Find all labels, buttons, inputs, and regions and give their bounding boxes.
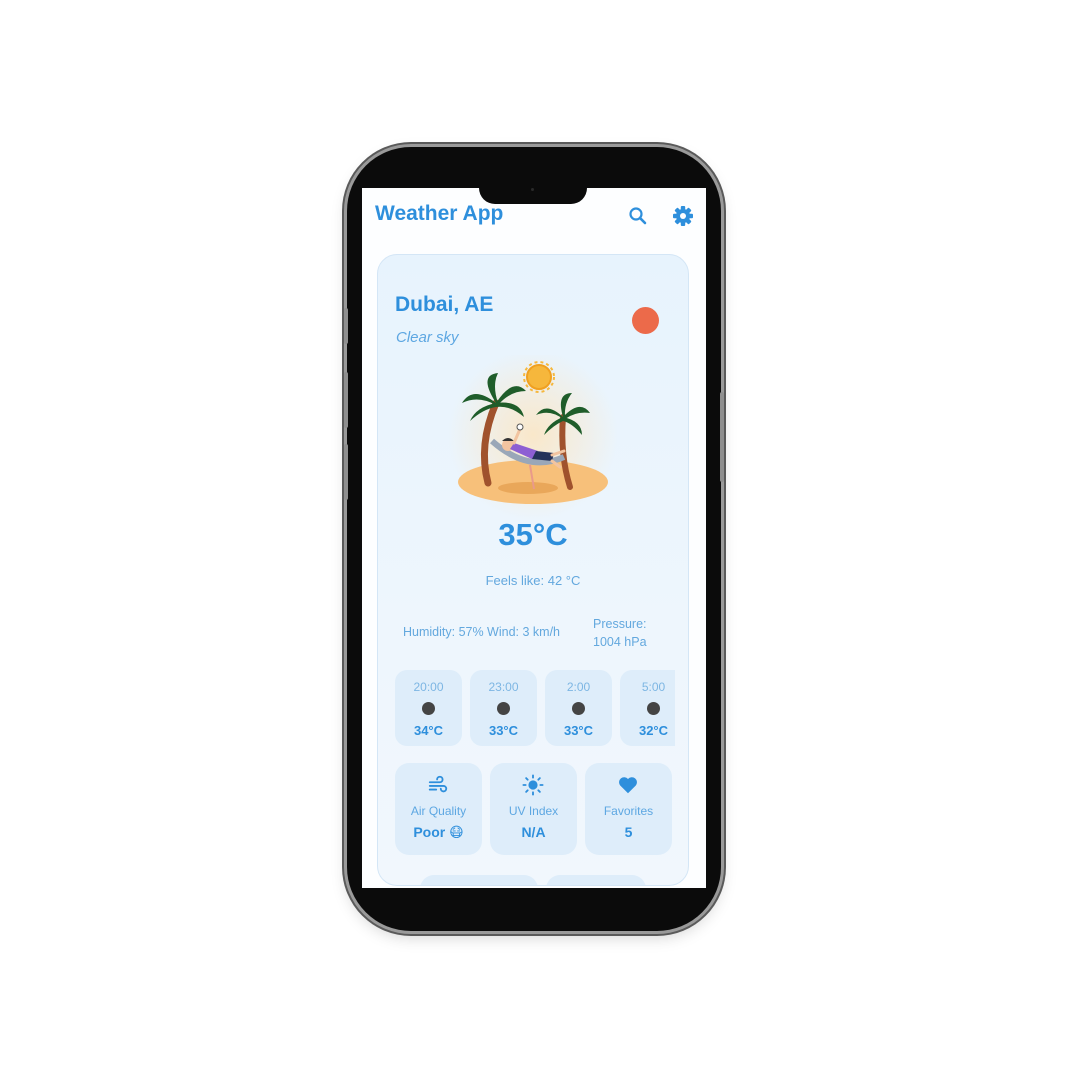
heart-icon <box>619 777 637 794</box>
favorites-tile[interactable]: Favorites 5 <box>585 763 672 855</box>
weather-icon-placeholder <box>572 702 585 715</box>
weather-icon-placeholder <box>497 702 510 715</box>
hourly-item[interactable]: 23:00 33°C <box>470 670 537 746</box>
sun-icon <box>522 774 544 796</box>
status-indicator <box>632 307 659 334</box>
hourly-temp: 34°C <box>413 723 444 738</box>
tile-value: 5 <box>624 824 633 840</box>
phone-side-button <box>344 308 348 344</box>
phone-power-button <box>720 392 724 482</box>
location-name: Dubai, AE <box>395 293 494 316</box>
wind-icon <box>428 775 448 793</box>
search-button[interactable] <box>626 204 650 228</box>
weather-icon-placeholder <box>647 702 660 715</box>
uv-index-tile[interactable]: UV Index N/A <box>490 763 577 855</box>
beach-hammock-illustration <box>448 350 618 525</box>
hourly-time: 2:00 <box>566 680 591 694</box>
hourly-temp: 32°C <box>638 723 669 738</box>
gear-icon <box>673 206 693 226</box>
pressure-stat: Pressure: 1004 hPa <box>593 615 663 651</box>
phone-notch <box>479 188 587 204</box>
hourly-temp: 33°C <box>563 723 594 738</box>
settings-button[interactable] <box>671 204 695 228</box>
weather-card: Dubai, AE Clear sky 35°C Feels like: 42 … <box>377 254 689 886</box>
weather-icon-placeholder <box>422 702 435 715</box>
humidity-wind-text: Humidity: 57% Wind: 3 km/h <box>403 625 560 639</box>
hourly-item[interactable]: 5:00 32°C <box>620 670 675 746</box>
tile-label: Air Quality <box>410 804 467 818</box>
info-tiles: Air Quality Poor 😷 UV Index N/A Favorite… <box>395 763 675 857</box>
app-title: Weather App <box>375 202 504 225</box>
next-section-card[interactable] <box>546 875 646 885</box>
phone-volume-down <box>344 444 348 500</box>
hourly-time: 5:00 <box>641 680 666 694</box>
search-icon <box>629 207 647 225</box>
hourly-temp: 33°C <box>488 723 519 738</box>
camera-dot <box>531 188 534 191</box>
app-screen: Weather App Dubai, AE Clear sky 35°C Fee… <box>362 188 706 888</box>
air-quality-tile[interactable]: Air Quality Poor 😷 <box>395 763 482 855</box>
hourly-item[interactable]: 2:00 33°C <box>545 670 612 746</box>
hourly-forecast[interactable]: 20:00 34°C 23:00 33°C 2:00 33°C 5:00 32°… <box>395 670 675 748</box>
tile-label: Favorites <box>603 804 654 818</box>
next-section-card[interactable] <box>420 875 538 885</box>
app-bar: Weather App <box>362 200 706 232</box>
hourly-time: 23:00 <box>488 680 519 694</box>
weather-condition: Clear sky <box>396 329 459 346</box>
hourly-item[interactable]: 20:00 34°C <box>395 670 462 746</box>
phone-volume-up <box>344 372 348 428</box>
pressure-value: 1004 hPa <box>593 635 647 649</box>
tile-label: UV Index <box>508 804 559 818</box>
tile-value: N/A <box>521 824 546 840</box>
hourly-time: 20:00 <box>413 680 444 694</box>
pressure-label: Pressure: <box>593 617 647 631</box>
current-temperature: 35°C <box>498 517 568 552</box>
feels-like-text: Feels like: 42 °C <box>485 573 581 588</box>
tile-value: Poor 😷 <box>413 824 464 840</box>
